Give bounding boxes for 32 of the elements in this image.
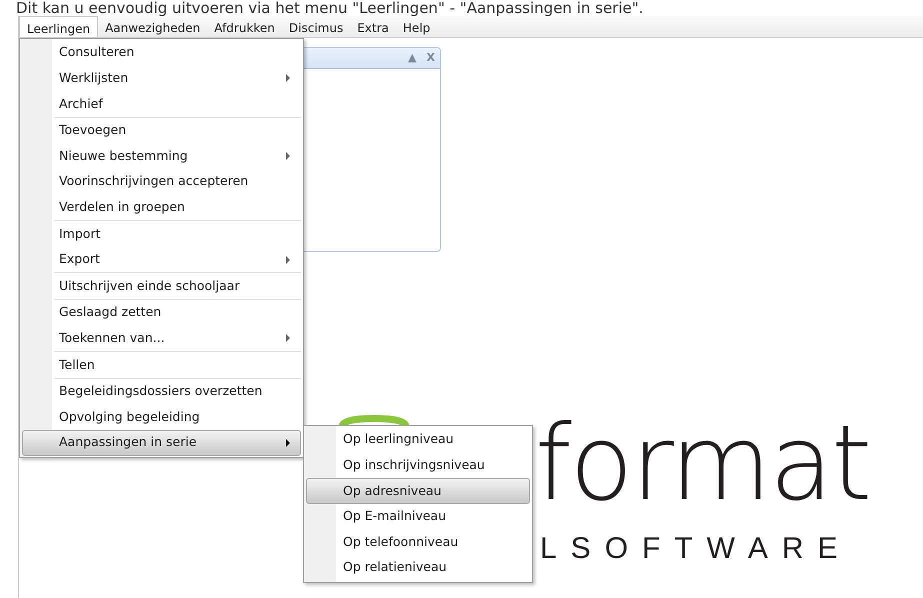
menu-item[interactable]: Op adresniveau [306, 478, 530, 504]
menu-item[interactable]: Op leerlingniveau [306, 427, 530, 453]
menu-item[interactable]: Consulteren [22, 40, 301, 66]
menu-item[interactable]: Export [22, 246, 301, 272]
menu-bar-item[interactable]: Help [396, 16, 438, 37]
logo-word: format [535, 411, 870, 515]
logo-arc-icon [339, 415, 409, 426]
menu-item[interactable]: Werklijsten [22, 66, 301, 92]
menu-item[interactable]: Archief [22, 91, 301, 117]
menu-bar-item[interactable]: Afdrukken [207, 16, 282, 37]
menu-item[interactable]: Aanpassingen in serie [22, 430, 301, 456]
menu-item[interactable]: Toevoegen [22, 118, 301, 144]
menu-item[interactable]: Tellen [22, 352, 301, 378]
logo-tagline: LSOFTWARE [540, 534, 852, 564]
menu-item[interactable]: Voorinschrijvingen accepteren [22, 168, 301, 195]
menu-item[interactable]: Op inschrijvingsniveau [306, 452, 530, 478]
menu-bar-item[interactable]: Leerlingen [19, 16, 98, 37]
menu-item[interactable]: Op E-mailniveau [306, 504, 530, 530]
menu-item[interactable]: Geslaagd zetten [22, 300, 301, 326]
menu-bar-item[interactable]: Discimus [282, 16, 350, 37]
menu-item[interactable]: Uitschrijven einde schooljaar [22, 273, 301, 299]
menu-item[interactable]: Nieuwe bestemming [22, 143, 301, 169]
menu-item[interactable]: Op telefoonniveau [306, 529, 530, 555]
menu-bar-item[interactable]: Extra [350, 16, 396, 37]
menu-item[interactable]: Toekennen van... [22, 326, 301, 352]
menu-item[interactable]: Verdelen in groepen [22, 194, 301, 220]
menu-item[interactable]: Begeleidingsdossiers overzetten [22, 378, 301, 404]
menu-item[interactable]: Opvolging begeleiding [22, 404, 301, 430]
menu-bar-item[interactable]: Aanwezigheden [98, 16, 208, 37]
menu-item[interactable]: Import [22, 221, 301, 247]
menu-item[interactable]: Op relatieniveau [306, 554, 530, 581]
instruction-text: Dit kan u eenvoudig uitvoeren via het menu "Leerlingen" - "Aanpassingen in serie". [15, 0, 644, 16]
